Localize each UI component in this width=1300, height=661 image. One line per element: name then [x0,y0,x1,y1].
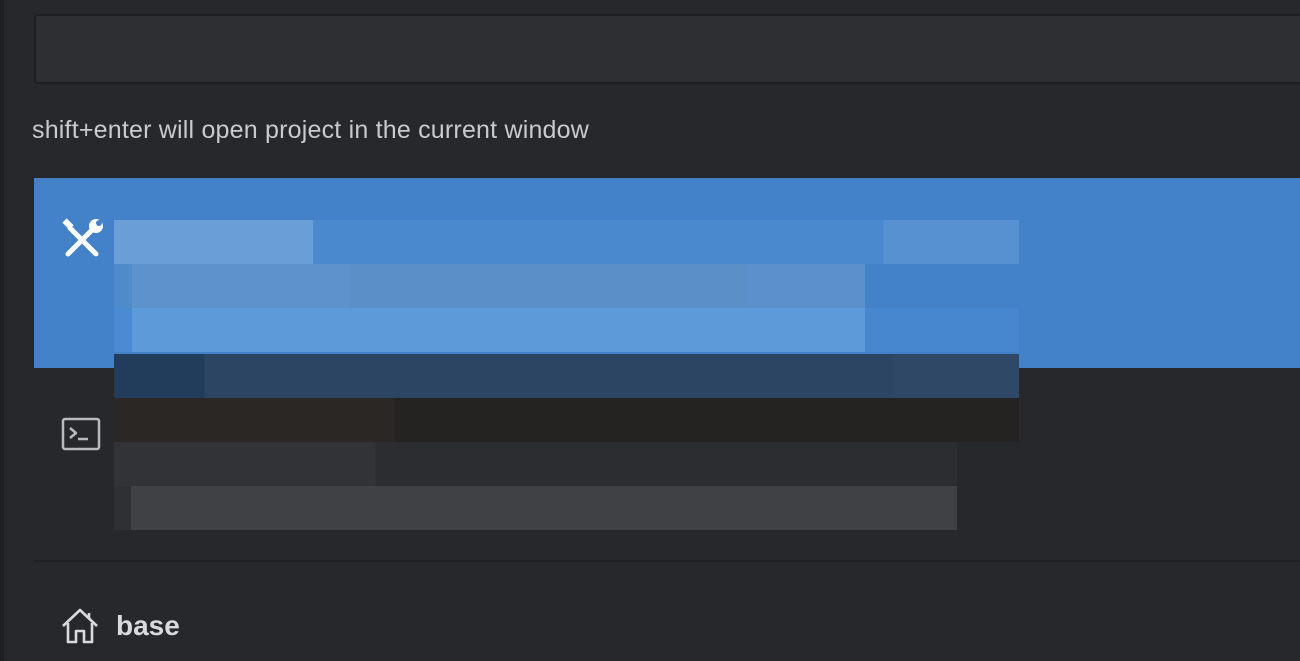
project-name: base [116,610,180,641]
terminal-icon [61,417,101,451]
tools-icon [62,218,103,257]
project-switcher-panel: shift+enter will open project in the cur… [0,0,1300,661]
home-icon [62,608,98,644]
project-item[interactable] [34,354,1300,562]
project-search-input[interactable] [34,14,1300,84]
project-item-base[interactable]: base [34,564,1300,661]
project-list [34,178,1300,562]
project-item-selected[interactable] [34,178,1300,368]
hint-text: shift+enter will open project in the cur… [32,116,590,144]
